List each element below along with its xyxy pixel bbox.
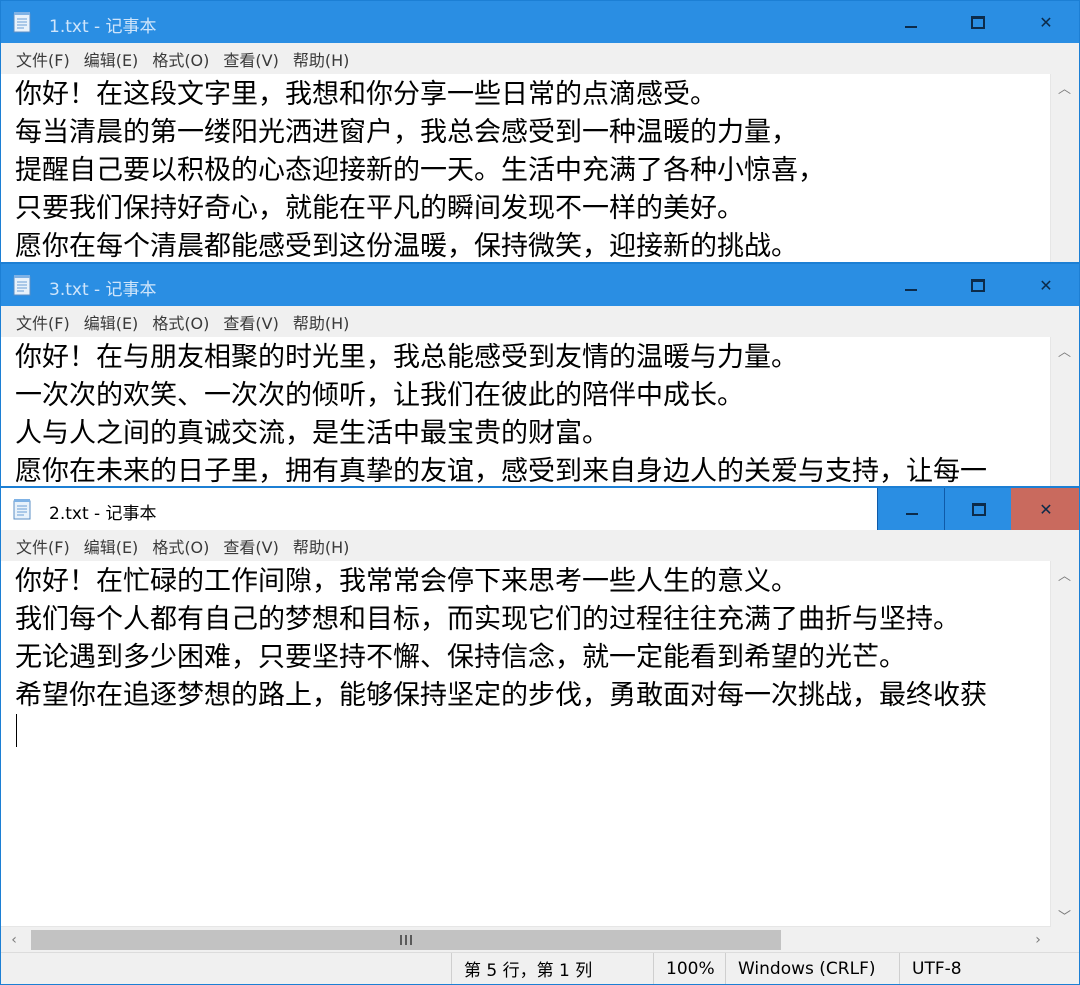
close-button[interactable]: ✕ [1011,1,1079,43]
menu-view[interactable]: 查看(V) [215,534,284,558]
maximize-icon [970,15,985,29]
vertical-scrollbar[interactable]: ︿ [1050,74,1079,262]
menu-file[interactable]: 文件(F) [1,534,76,558]
text-editor[interactable]: 你好！在这段文字里，我想和你分享一些日常的点滴感受。 每当清晨的第一缕阳光洒进窗… [1,74,1051,262]
scroll-up-button[interactable]: ︿ [1051,337,1078,363]
text-caret [16,714,17,747]
menu-edit[interactable]: 编辑(E) [76,310,145,334]
scroll-left-button[interactable]: ‹ [1,927,27,953]
grip-icon [400,935,412,945]
vertical-scrollbar[interactable]: ︿ ﹀ [1050,561,1079,928]
text-line: 你好！在忙碌的工作间隙，我常常会停下来思考一些人生的意义。 [15,566,798,597]
close-icon: ✕ [1039,275,1053,295]
text-line: 愿你在每个清晨都能感受到这份温暖，保持微笑，迎接新的挑战。 [15,231,798,262]
menu-format[interactable]: 格式(O) [144,47,215,71]
encoding: UTF-8 [899,953,962,984]
menu-help[interactable]: 帮助(H) [285,534,356,558]
window-title: 2.txt - 记事本 [49,504,157,524]
text-line: 你好！在与朋友相聚的时光里，我总能感受到友情的温暖与力量。 [15,342,798,373]
menu-view[interactable]: 查看(V) [215,47,284,71]
text-line: 希望你在追逐梦想的路上，能够保持坚定的步伐，勇敢面对每一次挑战，最终收获 [15,680,987,711]
notepad-icon [13,499,31,520]
text-line: 一次次的欢笑、一次次的倾听，让我们在彼此的陪伴中成长。 [15,380,744,411]
menu-edit[interactable]: 编辑(E) [76,47,145,71]
title-bar[interactable]: 2.txt - 记事本 ✕ [1,488,1079,530]
chevron-up-icon: ︿ [1057,344,1071,360]
text-editor[interactable]: 你好！在与朋友相聚的时光里，我总能感受到友情的温暖与力量。 一次次的欢笑、一次次… [1,337,1051,486]
menu-help[interactable]: 帮助(H) [285,47,356,71]
minimize-icon [904,289,917,291]
window-title: 3.txt - 记事本 [49,280,157,300]
minimize-icon [905,513,918,515]
close-icon: ✕ [1039,12,1053,32]
notepad-window-2[interactable]: 2.txt - 记事本 ✕ 文件(F) 编辑(E) 格式(O) 查看(V) 帮助… [0,487,1080,985]
close-button[interactable]: ✕ [1011,264,1079,306]
horizontal-scrollbar[interactable]: ‹ › [1,926,1051,953]
notepad-window-3[interactable]: 3.txt - 记事本 ✕ 文件(F) 编辑(E) 格式(O) 查看(V) 帮助… [0,263,1080,487]
close-button[interactable]: ✕ [1011,488,1079,530]
scroll-thumb[interactable] [31,930,781,950]
notepad-icon [13,275,31,296]
cursor-position: 第 5 行，第 1 列 [451,953,592,984]
maximize-icon [971,502,986,516]
title-bar[interactable]: 1.txt - 记事本 ✕ [1,1,1079,43]
menu-help[interactable]: 帮助(H) [285,310,356,334]
zoom-level: 100% [653,953,715,984]
text-line: 我们每个人都有自己的梦想和目标，而实现它们的过程往往充满了曲折与坚持。 [15,604,960,635]
scroll-down-button[interactable]: ﹀ [1051,902,1078,928]
chevron-down-icon: ﹀ [1057,909,1071,925]
chevron-right-icon: › [1035,932,1041,948]
notepad-icon [13,12,31,33]
menu-bar: 文件(F) 编辑(E) 格式(O) 查看(V) 帮助(H) [1,530,1079,561]
menu-file[interactable]: 文件(F) [1,310,76,334]
menu-bar: 文件(F) 编辑(E) 格式(O) 查看(V) 帮助(H) [1,306,1079,337]
scroll-right-button[interactable]: › [1025,927,1051,953]
maximize-button[interactable] [944,488,1012,530]
chevron-left-icon: ‹ [11,932,17,948]
menu-format[interactable]: 格式(O) [144,310,215,334]
menu-bar: 文件(F) 编辑(E) 格式(O) 查看(V) 帮助(H) [1,43,1079,74]
menu-file[interactable]: 文件(F) [1,47,76,71]
minimize-button[interactable] [877,488,945,530]
text-line: 每当清晨的第一缕阳光洒进窗户，我总会感受到一种温暖的力量， [15,117,798,148]
close-icon: ✕ [1039,499,1053,519]
text-line: 无论遇到多少困难，只要坚持不懈、保持信念，就一定能看到希望的光芒。 [15,642,906,673]
text-editor[interactable]: 你好！在忙碌的工作间隙，我常常会停下来思考一些人生的意义。 我们每个人都有自己的… [1,561,1051,924]
window-title: 1.txt - 记事本 [49,17,157,37]
minimize-button[interactable] [877,264,944,306]
maximize-button[interactable] [944,1,1011,43]
maximize-icon [970,278,985,292]
chevron-up-icon: ︿ [1057,81,1071,97]
menu-view[interactable]: 查看(V) [215,310,284,334]
chevron-up-icon: ︿ [1057,568,1071,584]
menu-format[interactable]: 格式(O) [144,534,215,558]
minimize-icon [904,26,917,28]
line-ending: Windows (CRLF) [725,953,876,984]
minimize-button[interactable] [877,1,944,43]
scrollbar-corner [1051,926,1079,952]
menu-edit[interactable]: 编辑(E) [76,534,145,558]
notepad-window-1[interactable]: 1.txt - 记事本 ✕ 文件(F) 编辑(E) 格式(O) 查看(V) 帮助… [0,0,1080,263]
text-line: 愿你在未来的日子里，拥有真挚的友谊，感受到来自身边人的关爱与支持，让每一 [15,456,987,486]
text-line: 提醒自己要以积极的心态迎接新的一天。生活中充满了各种小惊喜， [15,155,825,186]
scroll-up-button[interactable]: ︿ [1051,561,1078,587]
text-line: 人与人之间的真诚交流，是生活中最宝贵的财富。 [15,418,609,449]
vertical-scrollbar[interactable]: ︿ [1050,337,1079,486]
maximize-button[interactable] [944,264,1011,306]
status-bar: 第 5 行，第 1 列 100% Windows (CRLF) UTF-8 [1,952,1079,984]
scroll-up-button[interactable]: ︿ [1051,74,1078,100]
text-line: 你好！在这段文字里，我想和你分享一些日常的点滴感受。 [15,79,717,110]
text-line: 只要我们保持好奇心，就能在平凡的瞬间发现不一样的美好。 [15,193,744,224]
title-bar[interactable]: 3.txt - 记事本 ✕ [1,264,1079,306]
